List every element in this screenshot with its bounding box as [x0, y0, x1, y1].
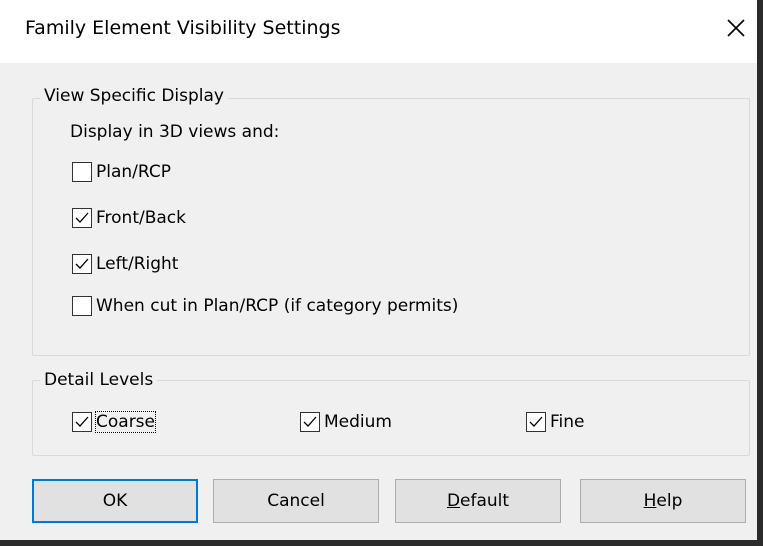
checkbox-box[interactable]	[72, 412, 92, 432]
checkbox-box[interactable]	[72, 208, 92, 228]
dialog-title: Family Element Visibility Settings	[25, 17, 341, 39]
close-icon[interactable]	[722, 14, 750, 42]
checkbox-when-cut[interactable]: When cut in Plan/RCP (if category permit…	[72, 296, 458, 316]
checkbox-box[interactable]	[72, 254, 92, 274]
checkbox-box[interactable]	[300, 412, 320, 432]
checkbox-fine[interactable]: Fine	[526, 412, 585, 432]
help-button[interactable]: Help	[580, 479, 746, 523]
title-bar: Family Element Visibility Settings	[0, 0, 757, 63]
checkbox-box[interactable]	[526, 412, 546, 432]
checkbox-label: Front/Back	[96, 208, 186, 228]
checkbox-label: Left/Right	[96, 254, 179, 274]
checkbox-medium[interactable]: Medium	[300, 412, 392, 432]
checkbox-label: Coarse	[95, 411, 156, 433]
ok-button[interactable]: OK	[32, 479, 198, 523]
checkbox-label: Medium	[324, 412, 392, 432]
checkbox-front-back[interactable]: Front/Back	[72, 208, 186, 228]
checkbox-coarse[interactable]: Coarse	[72, 411, 156, 433]
default-button[interactable]: Default	[395, 479, 561, 523]
checkbox-plan-rcp[interactable]: Plan/RCP	[72, 162, 171, 182]
cancel-button[interactable]: Cancel	[213, 479, 379, 523]
detail-levels-legend: Detail Levels	[40, 370, 158, 390]
checkbox-left-right[interactable]: Left/Right	[72, 254, 178, 274]
checkbox-box[interactable]	[72, 296, 92, 316]
dialog: Family Element Visibility Settings View …	[0, 0, 763, 546]
checkbox-label: Fine	[550, 412, 585, 432]
view-specific-legend: View Specific Display	[40, 86, 228, 106]
checkbox-label: When cut in Plan/RCP (if category permit…	[96, 296, 459, 316]
checkbox-box[interactable]	[72, 162, 92, 182]
checkbox-label: Plan/RCP	[96, 162, 171, 182]
view-specific-subtitle: Display in 3D views and:	[70, 122, 280, 142]
